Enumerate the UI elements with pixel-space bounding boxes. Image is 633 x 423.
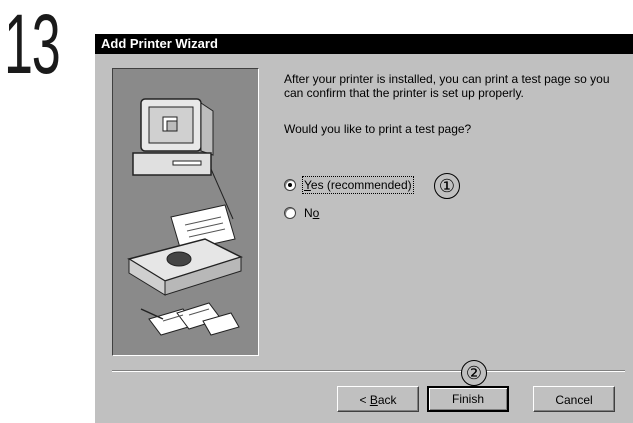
yes-recommended-option[interactable]: Yes (recommended) xyxy=(284,176,414,194)
no-radio-button[interactable] xyxy=(284,207,296,219)
computer-monitor-icon xyxy=(132,98,234,220)
intro-text: After your printer is installed, you can… xyxy=(284,72,610,100)
button-separator xyxy=(112,370,625,372)
callout-2: ② xyxy=(461,360,487,386)
add-printer-wizard-dialog: Add Printer Wizard After your printer is… xyxy=(94,33,633,423)
dialog-title-bar: Add Printer Wizard xyxy=(95,34,633,54)
yes-radio-button[interactable] xyxy=(284,179,296,191)
step-number: 13 xyxy=(4,0,61,91)
wizard-illustration xyxy=(112,68,259,356)
test-page-question: Would you like to print a test page? xyxy=(284,122,472,136)
dialog-title: Add Printer Wizard xyxy=(101,36,218,51)
printed-pages-icon xyxy=(140,302,240,336)
finish-button[interactable]: Finish xyxy=(427,386,509,412)
no-radio-label[interactable]: No xyxy=(304,206,319,220)
printer-icon xyxy=(127,204,243,296)
cancel-button[interactable]: Cancel xyxy=(533,386,615,412)
yes-radio-label[interactable]: Yes (recommended) xyxy=(302,176,414,194)
no-option[interactable]: No xyxy=(284,206,319,220)
back-button[interactable]: < Back xyxy=(337,386,419,412)
callout-1: ① xyxy=(434,173,460,199)
